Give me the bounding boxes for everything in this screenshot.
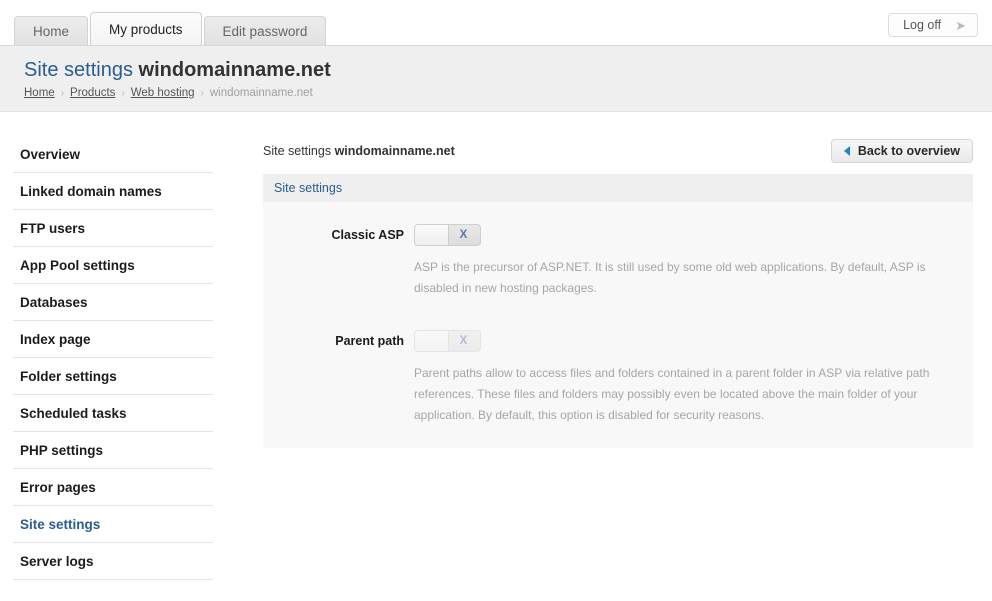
- sidebar-item-label: FTP users: [20, 220, 86, 236]
- sidebar-item-linked-domain-names[interactable]: Linked domain names: [13, 173, 213, 210]
- sidebar-item-site-settings[interactable]: Site settings: [13, 506, 213, 543]
- content-area: Overview Linked domain names FTP users A…: [0, 112, 992, 580]
- sidebar-item-app-pool-settings[interactable]: App Pool settings: [13, 247, 213, 284]
- toggle-knob: [415, 331, 449, 351]
- sidebar-item-label: App Pool settings: [20, 257, 135, 273]
- main-header: Site settings windomainname.net Back to …: [263, 136, 973, 166]
- sidebar-item-scheduled-tasks[interactable]: Scheduled tasks: [13, 395, 213, 432]
- main-panel: Site settings windomainname.net Back to …: [263, 136, 992, 580]
- breadcrumb-item-home[interactable]: Home: [24, 87, 55, 99]
- breadcrumb-item-products[interactable]: Products: [70, 87, 115, 99]
- field-classic-asp-control: X ASP is the precursor of ASP.NET. It is…: [414, 224, 973, 299]
- field-parent-path-control: X Parent paths allow to access files and…: [414, 330, 973, 426]
- tab-my-products[interactable]: My products: [90, 12, 202, 45]
- sidebar-item-overview[interactable]: Overview: [13, 136, 213, 173]
- sidebar-item-server-logs[interactable]: Server logs: [13, 543, 213, 580]
- breadcrumb-item-web-hosting[interactable]: Web hosting: [131, 87, 195, 99]
- tab-home[interactable]: Home: [14, 16, 89, 45]
- field-classic-asp: Classic ASP X ASP is the precursor of AS…: [263, 224, 973, 299]
- sidebar-item-label: Index page: [20, 331, 91, 347]
- toggle-mark-label: X: [459, 335, 468, 347]
- main-header-title: Site settings windomainname.net: [263, 144, 455, 158]
- sidebar-nav: Overview Linked domain names FTP users A…: [0, 136, 263, 580]
- page-header-band: Site settings windomainname.net Home › P…: [0, 45, 992, 112]
- breadcrumb: Home › Products › Web hosting › windomai…: [24, 87, 992, 99]
- sidebar-item-label: Scheduled tasks: [20, 405, 127, 421]
- sidebar-item-label: Folder settings: [20, 368, 117, 384]
- top-bar: Home My products Edit password Log off ➤: [0, 0, 992, 45]
- sidebar-item-label: PHP settings: [20, 442, 104, 458]
- tab-home-label: Home: [33, 23, 70, 39]
- parent-path-toggle: X: [414, 330, 481, 352]
- page-title-prefix: Site settings: [24, 59, 133, 81]
- sidebar-item-databases[interactable]: Databases: [13, 284, 213, 321]
- sidebar-item-php-settings[interactable]: PHP settings: [13, 432, 213, 469]
- classic-asp-toggle[interactable]: X: [414, 224, 481, 246]
- panel-title: Site settings: [274, 181, 343, 195]
- sidebar-item-label: Error pages: [20, 479, 96, 495]
- main-header-prefix: Site settings: [263, 144, 332, 158]
- logoff-button[interactable]: Log off ➤: [888, 13, 978, 37]
- toggle-knob[interactable]: [415, 225, 449, 245]
- main-header-domain: windomainname.net: [334, 144, 455, 158]
- field-parent-path: Parent path X Parent paths allow to acce…: [263, 330, 973, 426]
- sidebar-item-index-page[interactable]: Index page: [13, 321, 213, 358]
- panel-header: Site settings: [263, 174, 973, 202]
- breadcrumb-separator-icon: ›: [60, 87, 65, 99]
- sidebar-item-label: Server logs: [20, 553, 94, 569]
- logoff-area: Log off ➤: [888, 13, 978, 37]
- sidebar-item-folder-settings[interactable]: Folder settings: [13, 358, 213, 395]
- tab-edit-password-label: Edit password: [222, 23, 308, 39]
- sidebar-item-error-pages[interactable]: Error pages: [13, 469, 213, 506]
- tab-edit-password[interactable]: Edit password: [203, 16, 327, 45]
- page-title: Site settings windomainname.net: [24, 58, 992, 82]
- triangle-left-icon: [843, 146, 850, 156]
- field-classic-asp-label: Classic ASP: [331, 228, 405, 242]
- tab-my-products-label: My products: [109, 21, 183, 37]
- logoff-label: Log off: [903, 18, 942, 32]
- sidebar-item-label: Overview: [20, 146, 81, 162]
- back-to-overview-label: Back to overview: [857, 144, 960, 158]
- parent-path-description: Parent paths allow to access files and f…: [414, 366, 930, 422]
- sidebar-item-label: Site settings: [20, 516, 101, 532]
- breadcrumb-item-current: windomainname.net: [209, 87, 313, 99]
- breadcrumb-separator-icon: ›: [200, 87, 204, 99]
- sidebar-item-ftp-users[interactable]: FTP users: [13, 210, 213, 247]
- panel-body: Classic ASP X ASP is the precursor of AS…: [263, 202, 973, 448]
- sidebar-item-label: Databases: [20, 294, 88, 310]
- field-parent-path-label: Parent path: [335, 334, 404, 348]
- primary-tabs: Home My products Edit password: [14, 12, 327, 45]
- breadcrumb-separator-icon: ›: [121, 87, 125, 99]
- sidebar-item-label: Linked domain names: [20, 183, 162, 199]
- toggle-mark-label: X: [459, 229, 468, 241]
- back-to-overview-button[interactable]: Back to overview: [830, 139, 973, 163]
- page-title-domain: windomainname.net: [138, 59, 331, 81]
- arrow-right-icon: ➤: [955, 17, 966, 33]
- site-settings-panel: Site settings Classic ASP X ASP is the p…: [263, 174, 973, 448]
- classic-asp-description: ASP is the precursor of ASP.NET. It is s…: [414, 260, 926, 295]
